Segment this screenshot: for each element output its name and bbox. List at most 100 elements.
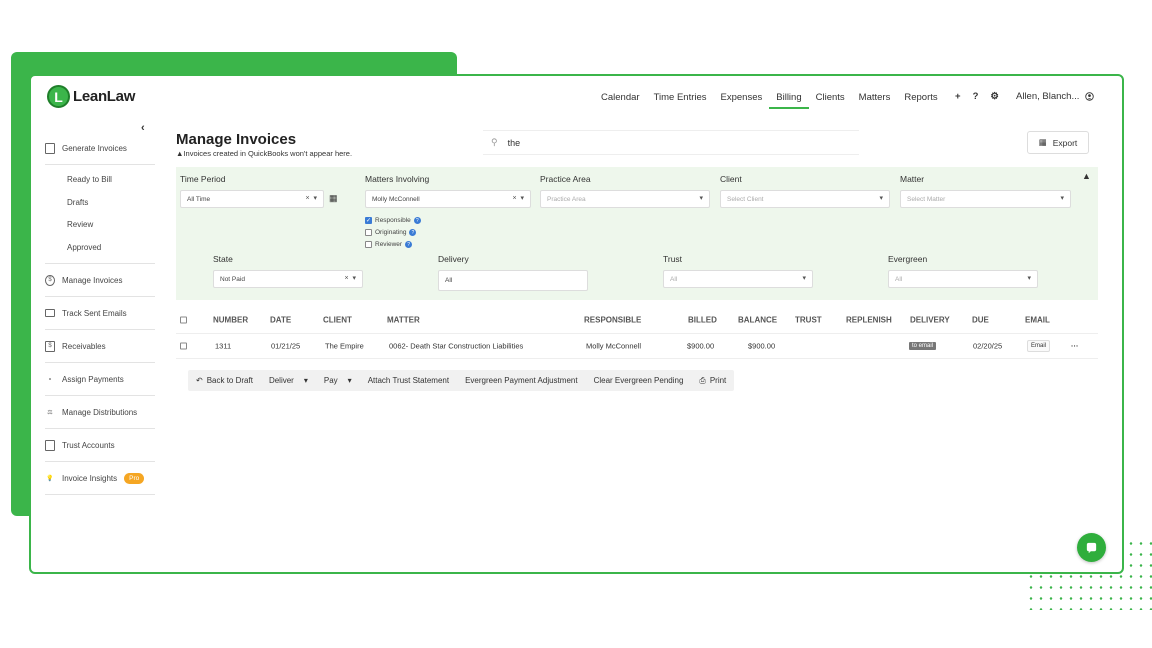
col-number[interactable]: NUMBER [213,316,248,325]
sidebar-item-label: Receivables [62,341,106,351]
sidebar-subitem-drafts[interactable]: Drafts [67,192,155,215]
col-matter[interactable]: MATTER [387,316,420,325]
sidebar-item-label: Manage Invoices [62,275,123,285]
user-name: Allen, Blanch... [1016,91,1080,102]
sidebar-item-label: Assign Payments [62,374,124,384]
caret-down-icon: ▾ [347,376,352,385]
sidebar-item-track-sent-emails[interactable]: Track Sent Emails [45,297,155,330]
sidebar-item-manage-distributions[interactable]: ⚖ Manage Distributions [45,396,155,429]
collapse-filters-icon[interactable]: ▲ [1082,171,1091,181]
chevron-down-icon: ▾ [699,195,703,202]
col-date[interactable]: DATE [270,316,291,325]
nav-calendar[interactable]: Calendar [594,90,647,109]
chevron-down-icon: ▾ [1060,195,1064,202]
sidebar-item-manage-invoices[interactable]: $ Manage Invoices [45,264,155,297]
evergreen-select[interactable]: All ▾ [888,270,1038,288]
clear-and-dropdown-icon[interactable]: × ▾ [345,274,357,282]
matters-involving-select[interactable]: Molly McConnell × ▾ [365,190,531,208]
chevron-down-icon: ▾ [879,195,883,202]
email-button[interactable]: Email [1027,340,1051,352]
checkbox-checked[interactable]: ✓ [365,217,372,224]
chat-button[interactable] [1077,533,1106,562]
flow-icon: ⚬ [47,376,53,383]
help-icon[interactable]: ? [973,91,979,102]
gear-icon[interactable]: ⚙ [990,91,999,102]
col-trust[interactable]: TRUST [795,316,822,325]
lock-icon [45,439,55,451]
printer-icon: ⎙ [699,375,706,385]
state-label: State [213,254,233,264]
col-due[interactable]: DUE [972,316,989,325]
nav-matters[interactable]: Matters [852,90,898,109]
main-nav: Calendar Time Entries Expenses Billing C… [594,90,945,109]
col-delivery[interactable]: DELIVERY [910,316,950,325]
trust-label: Trust [663,254,683,264]
help-icon: ? [405,241,413,248]
user-menu[interactable]: Allen, Blanch... [1016,91,1095,102]
reviewer-checkbox[interactable]: Reviewer ? [365,241,413,248]
matter-select[interactable]: Select Matter ▾ [900,190,1071,208]
sidebar-subitem-ready-to-bill[interactable]: Ready to Bill [67,169,155,192]
select-all-checkbox[interactable] [180,316,187,324]
client-label: Client [720,174,742,184]
practice-area-select[interactable]: Practice Area ▾ [540,190,710,208]
sidebar-item-generate-invoices[interactable]: Generate Invoices [45,132,155,165]
sidebar-item-receivables[interactable]: $ Receivables [45,330,155,363]
sidebar-subitem-review[interactable]: Review [67,214,155,237]
envelope-icon [45,309,55,317]
nav-billing[interactable]: Billing [769,90,809,109]
delivery-label: Delivery [438,254,469,264]
state-select[interactable]: Not Paid × ▾ [213,270,363,288]
generate-sublist: Ready to Bill Drafts Review Approved [45,165,155,264]
sidebar-item-label: Generate Invoices [62,143,127,153]
logo[interactable]: L LeanLaw [47,85,135,108]
delivery-input[interactable]: All [438,270,588,291]
search-value: the [507,137,521,148]
sidebar-item-invoice-insights[interactable]: 💡 Invoice Insights Pro [45,462,155,495]
print-button[interactable]: ⎙ Print [691,376,734,386]
checkbox-unchecked[interactable] [365,229,372,236]
responsible-checkbox[interactable]: ✓ Responsible ? [365,217,421,224]
sidebar: Generate Invoices Ready to Bill Drafts R… [45,132,155,495]
matter-label: Matter [900,174,925,184]
attach-trust-statement-button[interactable]: Attach Trust Statement [360,376,457,385]
sidebar-subitem-approved[interactable]: Approved [67,237,155,260]
deliver-button[interactable]: Deliver ▾ [261,376,316,385]
export-button[interactable]: ▦ Export [1027,131,1089,154]
col-billed[interactable]: BILLED [688,316,717,325]
col-email[interactable]: EMAIL [1025,316,1050,325]
evergreen-payment-adjustment-button[interactable]: Evergreen Payment Adjustment [457,376,586,385]
client-select[interactable]: Select Client ▾ [720,190,890,208]
nav-expenses[interactable]: Expenses [714,90,770,109]
checkbox-unchecked[interactable] [365,241,372,248]
clear-and-dropdown-icon[interactable]: × ▾ [513,194,525,202]
plus-icon[interactable]: + [955,91,961,102]
export-label: Export [1052,137,1078,148]
row-checkbox[interactable] [180,342,187,350]
pay-button[interactable]: Pay ▾ [316,376,360,385]
calendar-icon[interactable]: ▦ [329,193,338,204]
search-input[interactable]: ⚲ the [483,130,859,155]
sidebar-item-assign-payments[interactable]: ⚬ Assign Payments [45,363,155,396]
clear-evergreen-pending-button[interactable]: Clear Evergreen Pending [586,376,692,385]
more-options-icon[interactable]: ··· [1071,342,1079,351]
nav-time-entries[interactable]: Time Entries [647,90,714,109]
col-replenish[interactable]: REPLENISH [846,316,892,325]
col-balance[interactable]: BALANCE [738,316,777,325]
time-period-select[interactable]: All Time × ▾ [180,190,324,208]
sidebar-item-trust-accounts[interactable]: Trust Accounts [45,429,155,462]
originating-checkbox[interactable]: Originating ? [365,229,417,236]
document-icon [45,142,55,154]
practice-area-label: Practice Area [540,174,591,184]
nav-reports[interactable]: Reports [897,90,944,109]
help-icon: ? [413,217,421,224]
table-row[interactable]: 1311 01/21/25 The Empire 0062- Death Sta… [176,333,1098,359]
nav-clients[interactable]: Clients [809,90,852,109]
back-to-draft-button[interactable]: ↶ Back to Draft [188,376,261,385]
col-responsible[interactable]: RESPONSIBLE [584,316,641,325]
user-avatar-icon [1085,92,1095,101]
clear-and-dropdown-icon[interactable]: × ▾ [306,194,318,202]
quickbooks-warning: ▲Invoices created in QuickBooks won't ap… [176,149,353,158]
col-client[interactable]: CLIENT [323,316,352,325]
trust-select[interactable]: All ▾ [663,270,813,288]
